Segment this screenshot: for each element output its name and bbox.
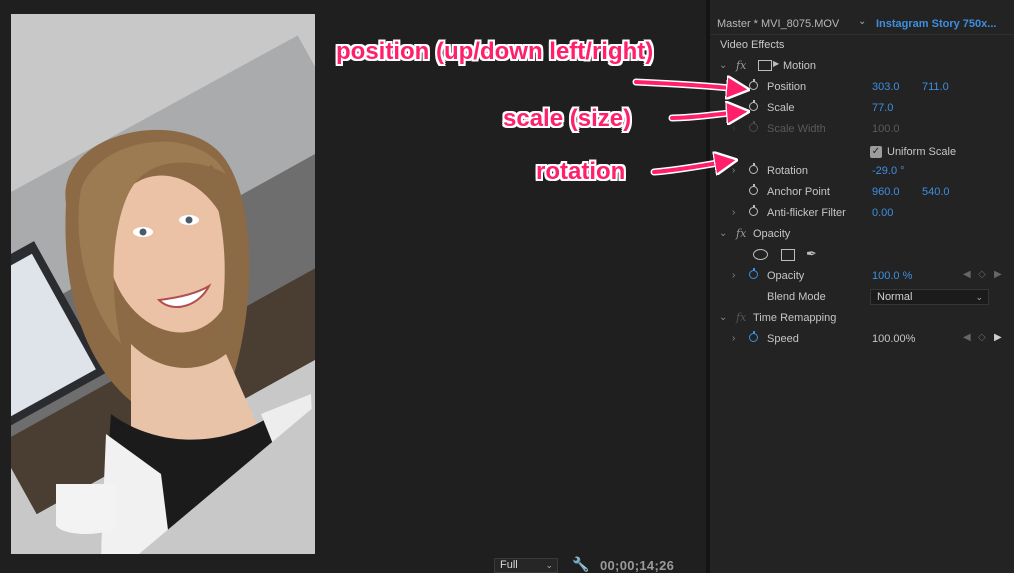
fx-icon[interactable]: fx	[736, 311, 746, 324]
rotated-video-preview	[11, 14, 315, 554]
stopwatch-icon[interactable]	[749, 331, 758, 342]
playhead-timecode[interactable]: 00;00;14;26	[600, 558, 674, 573]
effect-opacity-label: Opacity	[753, 228, 791, 240]
effect-controls-header: Master * MVI_8075.MOV ⌄ Instagram Story …	[710, 12, 1014, 34]
effect-motion-label: Motion	[783, 60, 817, 72]
stopwatch-icon[interactable]	[749, 100, 758, 111]
speed-value[interactable]: 100.00%	[872, 333, 915, 345]
fx-icon[interactable]: fx	[736, 227, 746, 240]
master-clip-tab[interactable]: Master * MVI_8075.MOV	[717, 18, 839, 30]
ellipse-mask-icon[interactable]	[753, 249, 768, 260]
pen-mask-icon[interactable]: ✒	[806, 246, 817, 262]
stopwatch-icon[interactable]	[749, 184, 758, 195]
blend-mode-select[interactable]: Normal ⌄	[870, 289, 989, 305]
chevron-down-icon[interactable]: ⌄	[719, 312, 727, 323]
sequence-clip-tab[interactable]: Instagram Story 750x...	[876, 18, 996, 30]
chevron-right-icon[interactable]: ›	[732, 333, 735, 344]
zoom-level-select[interactable]: Full ⌄	[494, 558, 558, 573]
mask-tools: ✒	[710, 245, 1014, 266]
effect-opacity[interactable]: ⌄ fx Opacity	[710, 224, 1014, 245]
position-x-value[interactable]: 303.0	[872, 81, 900, 93]
rotation-value[interactable]: -29.0 °	[872, 165, 905, 177]
stopwatch-icon[interactable]	[749, 163, 758, 174]
scale-annotation: scale (size)	[503, 105, 632, 132]
position-annotation: position (up/down left/right)	[336, 38, 654, 65]
chevron-right-icon[interactable]: ›	[732, 165, 735, 176]
play-triangle-icon: ▶	[773, 59, 780, 68]
scale-value[interactable]: 77.0	[872, 102, 893, 114]
program-monitor: Full ⌄ 🔧 00;00;14;26	[0, 0, 706, 573]
add-keyframe-icon[interactable]: ◇	[978, 269, 986, 280]
chevron-down-icon: ⌄	[545, 560, 553, 570]
prev-keyframe-icon[interactable]: ◀	[963, 332, 971, 343]
fx-icon[interactable]: fx	[736, 59, 746, 72]
param-blend-mode-label: Blend Mode	[767, 291, 826, 303]
param-position[interactable]: Position 303.0 711.0	[710, 77, 1014, 98]
next-keyframe-icon[interactable]: ▶	[994, 332, 1002, 343]
monitor-controls: Full ⌄ 🔧 00;00;14;26	[0, 556, 706, 573]
next-keyframe-icon[interactable]: ▶	[994, 269, 1002, 280]
scale-width-value: 100.0	[872, 123, 900, 135]
param-anchor-point[interactable]: Anchor Point 960.0 540.0	[710, 182, 1014, 203]
chevron-down-icon[interactable]: ⌄	[858, 16, 866, 27]
anchor-y-value[interactable]: 540.0	[922, 186, 950, 198]
stopwatch-icon[interactable]	[749, 79, 758, 90]
effect-motion[interactable]: ⌄ fx ▶ Motion	[710, 56, 1014, 77]
param-scale-label: Scale	[767, 102, 795, 114]
param-position-label: Position	[767, 81, 807, 93]
video-effects-heading: Video Effects	[720, 39, 785, 51]
chevron-down-icon: ⌄	[975, 292, 983, 302]
uniform-scale-label: Uniform Scale	[887, 146, 957, 158]
rotation-annotation: rotation	[536, 158, 626, 185]
transform-box-icon[interactable]	[758, 60, 772, 71]
blend-mode-value: Normal	[877, 291, 913, 303]
prev-keyframe-icon[interactable]: ◀	[963, 269, 971, 280]
stopwatch-icon[interactable]	[749, 205, 758, 216]
add-keyframe-icon[interactable]: ◇	[978, 332, 986, 343]
opacity-value[interactable]: 100.0 %	[872, 270, 912, 282]
video-frame	[11, 14, 315, 554]
effect-time-remapping[interactable]: ⌄ fx Time Remapping	[710, 308, 1014, 329]
param-scale-width-label: Scale Width	[767, 123, 826, 135]
param-anti-flicker[interactable]: › Anti-flicker Filter 0.00	[710, 203, 1014, 224]
stopwatch-icon	[749, 121, 758, 132]
anti-flicker-value[interactable]: 0.00	[872, 207, 893, 219]
effect-time-remapping-label: Time Remapping	[753, 312, 837, 324]
param-scale-width: › Scale Width 100.0	[710, 119, 1014, 140]
param-anchor-point-label: Anchor Point	[767, 186, 830, 198]
chevron-down-icon[interactable]: ⌄	[719, 60, 727, 71]
zoom-level-value: Full	[500, 559, 518, 571]
param-anti-flicker-label: Anti-flicker Filter	[767, 207, 846, 219]
param-scale[interactable]: › Scale 77.0	[710, 98, 1014, 119]
anchor-x-value[interactable]: 960.0	[872, 186, 900, 198]
param-opacity[interactable]: › Opacity 100.0 % ◀ ◇ ▶	[710, 266, 1014, 287]
param-rotation[interactable]: › Rotation -29.0 °	[710, 161, 1014, 182]
effect-controls-panel: Master * MVI_8075.MOV ⌄ Instagram Story …	[710, 0, 1014, 573]
chevron-right-icon[interactable]: ›	[732, 270, 735, 281]
param-speed-label: Speed	[767, 333, 799, 345]
chevron-right-icon[interactable]: ›	[732, 102, 735, 113]
param-blend-mode[interactable]: Blend Mode Normal ⌄	[710, 287, 1014, 308]
param-speed[interactable]: › Speed 100.00% ◀ ◇ ▶	[710, 329, 1014, 350]
chevron-right-icon[interactable]: ›	[732, 207, 735, 218]
stopwatch-icon[interactable]	[749, 268, 758, 279]
chevron-right-icon: ›	[732, 123, 736, 134]
param-rotation-label: Rotation	[767, 165, 808, 177]
param-uniform-scale[interactable]: ✓ Uniform Scale	[710, 142, 1014, 163]
chevron-down-icon[interactable]: ⌄	[719, 228, 727, 239]
rectangle-mask-icon[interactable]	[781, 249, 795, 261]
param-opacity-label: Opacity	[767, 270, 805, 282]
wrench-icon[interactable]: 🔧	[572, 556, 589, 573]
header-divider	[710, 34, 1014, 35]
position-y-value[interactable]: 711.0	[922, 81, 949, 93]
uniform-scale-checkbox[interactable]: ✓	[870, 146, 882, 158]
